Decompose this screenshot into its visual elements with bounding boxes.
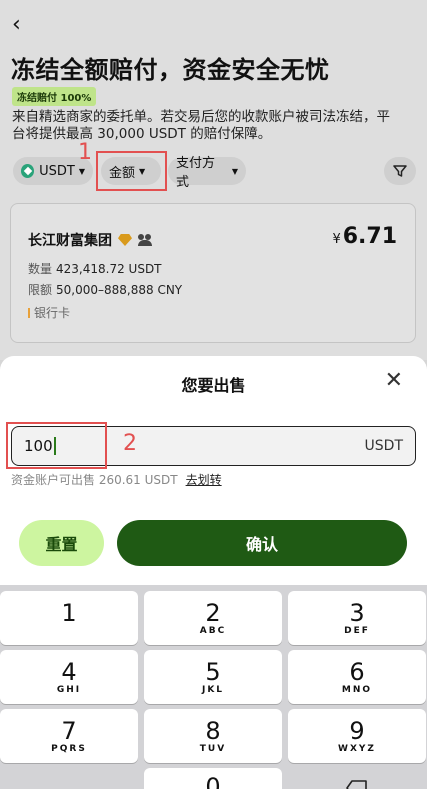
caret-down-icon: ▼ (231, 166, 238, 176)
key-letters: ABC (199, 625, 227, 636)
currency-symbol: ¥ (332, 232, 341, 247)
annotation-box-1 (96, 151, 167, 191)
payment-method-label: 银行卡 (34, 306, 71, 320)
payment-method: 银行卡 (28, 304, 70, 321)
annotation-number-2: 2 (123, 431, 137, 456)
backspace-key[interactable] (288, 768, 426, 789)
key-letters: WXYZ (338, 743, 376, 754)
key-9[interactable]: 9 WXYZ (288, 709, 426, 763)
backspace-icon (346, 780, 367, 789)
merchant-label: 长江财富集团 (28, 233, 112, 249)
key-digit: 0 (205, 773, 221, 789)
sheet-title: 您要出售 (181, 376, 246, 395)
limit-value: 50,000–888,888 CNY (56, 283, 183, 297)
funnel-icon[interactable] (384, 157, 416, 185)
key-digit: 5 (205, 657, 221, 686)
available-balance: 资金账户可出售 260.61 USDT (11, 473, 178, 487)
key-letters: GHI (56, 684, 82, 695)
intro-line-1: 来自精选商家的委托单。若交易后您的收款账户被司法冻结，平 (12, 109, 390, 125)
merchant-name: 长江财富集团 (28, 230, 153, 250)
page-title: 冻结全额赔付，资金安全无忧 (11, 56, 330, 84)
key-digit: 4 (61, 657, 77, 686)
chevron-left-icon[interactable]: ‹ (12, 14, 21, 36)
intro-line-2: 台将提供最高 30,000 USDT 的赔付保障。 (12, 126, 272, 142)
amount-unit: USDT (364, 438, 403, 454)
key-6[interactable]: 6 MNO (288, 650, 426, 704)
key-digit: 7 (61, 716, 77, 745)
key-digit: 2 (205, 598, 221, 627)
intro-text: 来自精选商家的委托单。若交易后您的收款账户被司法冻结，平 台将提供最高 30,0… (12, 109, 427, 143)
key-digit: 1 (61, 598, 77, 627)
offer-price: ¥6.71 (332, 224, 397, 249)
key-0[interactable]: 0 (144, 768, 282, 789)
key-letters: DEF (344, 625, 370, 636)
limit-label: 限额 (28, 283, 53, 297)
annotation-number-1: 1 (78, 140, 92, 165)
annotation-box-2 (6, 422, 107, 469)
offer-card[interactable]: 长江财富集团 ¥6.71 数量 423,418.72 USDT 限额 50,000–… (10, 203, 416, 343)
key-letters: MNO (341, 684, 373, 695)
key-2[interactable]: 2 ABC (144, 591, 282, 645)
currency-filter-label: USDT (39, 163, 75, 179)
quantity-value: 423,418.72 USDT (56, 262, 162, 276)
verified-merchant-icon (138, 234, 153, 246)
close-icon[interactable]: ✕ (385, 370, 403, 392)
quantity-label: 数量 (28, 262, 53, 276)
key-digit: 8 (205, 716, 221, 745)
payment-filter-label: 支付方式 (176, 156, 216, 190)
key-digit: 9 (349, 716, 365, 745)
balance-row: 资金账户可出售 260.61 USDT 去划转 (11, 471, 222, 488)
gem-icon (118, 234, 132, 246)
key-1[interactable]: 1 (0, 591, 138, 645)
key-digit: 6 (349, 657, 365, 686)
key-digit: 3 (349, 598, 365, 627)
usdt-icon (21, 164, 35, 178)
payment-filter[interactable]: 支付方式 ▼ (168, 156, 246, 190)
limit-row: 限额 50,000–888,888 CNY (28, 281, 182, 298)
numeric-keypad: 1 2 ABC 3 DEF 4 GHI 5 JKL 6 MNO 7 PQRS 8… (0, 585, 427, 789)
key-7[interactable]: 7 PQRS (0, 709, 138, 763)
key-4[interactable]: 4 GHI (0, 650, 138, 704)
price-value: 6.71 (342, 224, 397, 249)
key-letters: TUV (199, 743, 227, 754)
reset-button[interactable]: 重置 (19, 520, 104, 566)
key-8[interactable]: 8 TUV (144, 709, 282, 763)
quantity-row: 数量 423,418.72 USDT (28, 260, 162, 277)
background-page: ‹ 冻结全额赔付，资金安全无忧 冻结赔付 100% 来自精选商家的委托单。若交易… (0, 0, 427, 360)
key-5[interactable]: 5 JKL (144, 650, 282, 704)
key-3[interactable]: 3 DEF (288, 591, 426, 645)
transfer-link[interactable]: 去划转 (186, 473, 222, 487)
guarantee-badge: 冻结赔付 100% (12, 87, 97, 106)
caret-down-icon: ▼ (78, 166, 85, 176)
confirm-button[interactable]: 确认 (117, 520, 407, 566)
key-letters: JKL (201, 684, 225, 695)
key-letters: PQRS (51, 743, 87, 754)
payment-method-marker (28, 307, 30, 318)
